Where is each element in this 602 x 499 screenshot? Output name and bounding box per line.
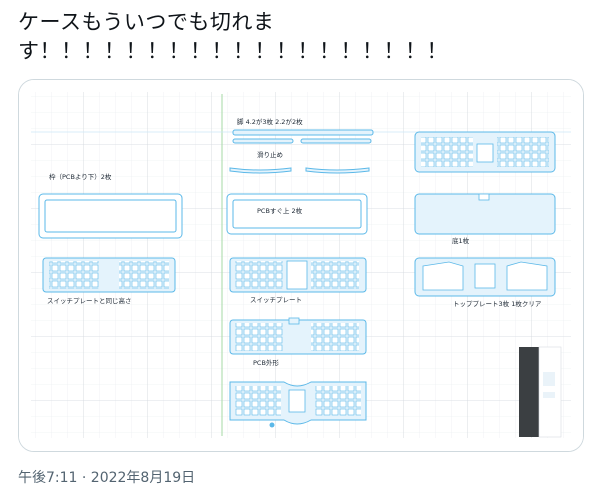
tweet-text: ケースもういつでも切れま す！！！！！！！！！！！！！！！！！！！ xyxy=(18,8,578,66)
label-legs: 脚 4.2が3枚 2.2が2枚 xyxy=(237,117,303,126)
label-pcb-just-above: PCBすぐ上 2枚 xyxy=(257,206,303,215)
tweet-media-image[interactable]: 脚 4.2が3枚 2.2が2枚 滑り止め 枠（PCBより下）2枚 PCBすぐ上 … xyxy=(18,79,584,452)
pcb-just-above-pieces: PCBすぐ上 2枚 xyxy=(226,193,368,235)
label-frame: 枠（PCBより下）2枚 xyxy=(49,172,112,181)
label-bottom: 底1枚 xyxy=(452,236,470,245)
thumbnail-strip xyxy=(519,346,562,438)
tweet-timestamp[interactable]: 午後7:11 · 2022年8月19日 xyxy=(18,467,195,487)
label-switch-plate: スイッチプレート xyxy=(250,296,302,304)
tweet-text-line-2: す！！！！！！！！！！！！！！！！！！！ xyxy=(18,39,448,63)
tweet-text-line-1: ケースもういつでも切れま xyxy=(18,10,275,34)
label-switch-plate-same-height: スイッチプレートと同じ高さ xyxy=(47,296,132,305)
label-pcb-outline: PCB外形 xyxy=(253,358,279,367)
label-antislip: 滑り止め xyxy=(257,150,283,159)
label-top-plate: トッププレート3枚 1枚クリア xyxy=(453,299,542,308)
assembled-keyboard-preview xyxy=(414,131,556,173)
laser-cut-layout-drawing: 脚 4.2が3枚 2.2が2枚 滑り止め 枠（PCBより下）2枚 PCBすぐ上 … xyxy=(19,80,583,451)
